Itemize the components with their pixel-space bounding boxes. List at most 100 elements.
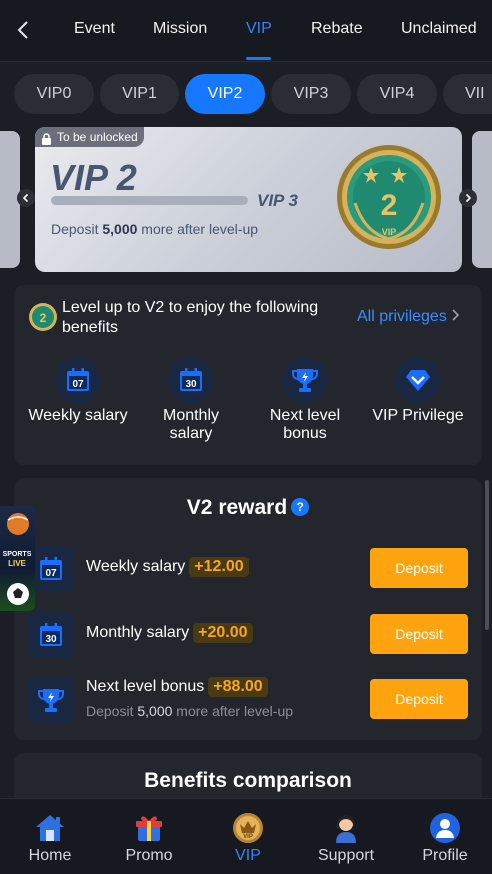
benefit-label: Monthly salary xyxy=(162,407,220,442)
deposit-requirement: Deposit 5,000 more after level-up xyxy=(51,221,258,237)
reward-name-text: Weekly salary xyxy=(86,558,186,575)
benefit-label: Weekly salary xyxy=(28,407,128,424)
carousel-left-icon[interactable] xyxy=(17,189,35,207)
diamond-icon xyxy=(395,357,441,403)
calendar-07-icon: 07 xyxy=(55,357,101,403)
carousel-right-icon[interactable] xyxy=(459,189,477,207)
svg-text:07: 07 xyxy=(72,379,84,390)
reward-amount: +88.00 xyxy=(208,677,268,697)
svg-text:VIP: VIP xyxy=(243,834,253,840)
sub-prefix: Deposit xyxy=(86,703,134,719)
tab-event[interactable]: Event xyxy=(74,20,115,38)
benefit-monthly-salary[interactable]: 30 Monthly salary xyxy=(136,357,246,443)
top-tab-bar: Event Mission VIP Rebate Unclaimed xyxy=(0,0,492,62)
sub-amount: 5,000 xyxy=(137,703,173,719)
benefits-panel: 2 Level up to V2 to enjoy the following … xyxy=(14,285,482,465)
reward-row-monthly: 30 Monthly salary +20.00 Deposit xyxy=(14,610,482,658)
next-vip-level: VIP 3 xyxy=(257,191,298,210)
gift-icon xyxy=(132,811,166,845)
deposit-button-monthly[interactable]: Deposit xyxy=(370,614,468,654)
benefit-label: Next level bonus xyxy=(269,407,341,442)
benefit-next-level-bonus[interactable]: Next level bonus xyxy=(250,357,360,443)
unlock-status-label: To be unlocked xyxy=(57,130,138,144)
reward-row-weekly: 07 Weekly salary +12.00 Deposit xyxy=(14,544,482,592)
deposit-suffix: more after level-up xyxy=(141,221,259,237)
benefit-weekly-salary[interactable]: 07 Weekly salary xyxy=(23,357,133,425)
svg-text:30: 30 xyxy=(185,379,197,390)
nav-home[interactable]: Home xyxy=(15,811,85,865)
sports-live-banner[interactable]: SPORTS LIVE xyxy=(0,506,35,611)
all-privileges-link[interactable]: All privileges xyxy=(357,308,460,326)
vip-pill-3[interactable]: VIP3 xyxy=(271,74,351,114)
vip-pill-1[interactable]: VIP1 xyxy=(100,74,179,114)
trophy-icon xyxy=(282,357,328,403)
nav-label: Home xyxy=(28,847,72,864)
deposit-prefix: Deposit xyxy=(51,221,99,237)
nav-label: VIP xyxy=(235,847,261,864)
sub-suffix: more after level-up xyxy=(176,703,294,719)
deposit-button-weekly[interactable]: Deposit xyxy=(370,548,468,588)
reward-amount: +20.00 xyxy=(193,623,253,643)
benefit-label: VIP Privilege xyxy=(372,407,464,424)
vip-medal-icon: 2 VIP xyxy=(335,143,443,251)
nav-promo[interactable]: Promo xyxy=(114,811,184,865)
vip-pill-4[interactable]: VIP4 xyxy=(357,74,437,114)
reward-row-next-level: Next level bonus +88.00 Deposit 5,000 mor… xyxy=(14,675,482,723)
nav-label: Profile xyxy=(422,847,468,864)
reward-panel: V2 reward? 07 Weekly salary +12.00 Deposi… xyxy=(14,478,482,740)
level-progress-bar xyxy=(51,196,248,205)
reward-name: Weekly salary +12.00 xyxy=(86,557,249,577)
vip-pill-0[interactable]: VIP0 xyxy=(14,74,94,114)
deposit-button-next-level[interactable]: Deposit xyxy=(370,679,468,719)
all-privileges-label: All privileges xyxy=(357,308,447,325)
reward-deposit-requirement: Deposit 5,000 more after level-up xyxy=(86,703,293,719)
tab-vip[interactable]: VIP xyxy=(246,20,272,38)
calendar-30-icon: 30 xyxy=(168,357,214,403)
nav-profile[interactable]: Profile xyxy=(410,811,480,865)
lock-icon xyxy=(41,131,52,151)
reward-name-text: Next level bonus xyxy=(86,678,205,695)
unlock-status-tag: To be unlocked xyxy=(35,127,144,147)
bottom-navigation: Home Promo VIP VIP Support Profile xyxy=(0,798,492,874)
vip-pill-5[interactable]: VII xyxy=(443,74,492,114)
home-icon xyxy=(33,811,67,845)
reward-name: Next level bonus +88.00 xyxy=(86,677,268,697)
back-arrow-icon[interactable] xyxy=(12,18,36,42)
calendar-30-icon: 30 xyxy=(28,612,74,658)
badge-text: VIP xyxy=(382,227,397,237)
reward-title-text: V2 reward xyxy=(186,496,288,519)
vip-level-card: To be unlocked VIP 2 VIP 3 Deposit 5,000… xyxy=(35,127,462,272)
benefit-vip-privilege[interactable]: VIP Privilege xyxy=(363,357,473,425)
reward-title: V2 reward? xyxy=(14,496,482,520)
active-tab-indicator xyxy=(246,57,271,60)
nav-support[interactable]: Support xyxy=(311,811,381,865)
scrollbar[interactable] xyxy=(485,480,489,630)
support-agent-icon xyxy=(329,811,363,845)
nav-label: Promo xyxy=(125,847,173,864)
svg-text:2: 2 xyxy=(40,311,47,325)
nav-label: Support xyxy=(317,847,375,864)
tab-mission[interactable]: Mission xyxy=(153,20,207,38)
vip-level-icon: 2 xyxy=(28,302,58,332)
reward-amount: +12.00 xyxy=(189,557,249,577)
profile-icon xyxy=(428,811,462,845)
deposit-amount: 5,000 xyxy=(102,221,138,237)
vip-level-selector: VIP0 VIP1 VIP2 VIP3 VIP4 VII xyxy=(0,62,492,124)
benefits-title: Level up to V2 to enjoy the following be… xyxy=(62,299,319,336)
tab-rebate[interactable]: Rebate xyxy=(311,20,363,38)
svg-text:SPORTS: SPORTS xyxy=(3,551,32,558)
reward-name: Monthly salary +20.00 xyxy=(86,623,253,643)
current-vip-level: VIP 2 xyxy=(50,157,137,198)
nav-vip[interactable]: VIP VIP xyxy=(213,811,283,865)
svg-text:LIVE: LIVE xyxy=(8,559,26,568)
badge-number: 2 xyxy=(381,189,398,222)
chevron-right-icon xyxy=(451,308,460,325)
tab-unclaimed[interactable]: Unclaimed xyxy=(401,20,477,38)
reward-name-text: Monthly salary xyxy=(86,624,190,641)
vip-pill-2[interactable]: VIP2 xyxy=(185,74,265,114)
svg-text:07: 07 xyxy=(45,568,57,579)
svg-text:30: 30 xyxy=(45,634,57,645)
help-question-icon[interactable]: ? xyxy=(291,498,310,516)
trophy-icon xyxy=(28,677,74,723)
benefits-comparison-title: Benefits comparison xyxy=(144,769,352,792)
